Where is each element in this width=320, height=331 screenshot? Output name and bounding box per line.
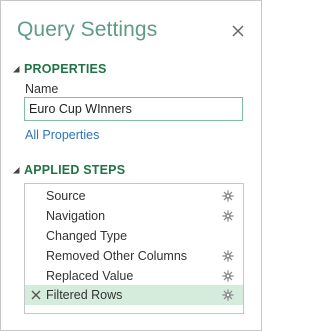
step-replaced-value[interactable]: Replaced Value: [25, 266, 243, 286]
gear-icon[interactable]: [222, 210, 234, 222]
delete-step-icon[interactable]: [30, 289, 42, 301]
query-settings-pane: Query Settings PROPERTIES Name All Prope…: [0, 0, 262, 331]
step-filtered-rows[interactable]: Filtered Rows: [25, 285, 243, 305]
applied-steps-list: Source Navigation Changed Type Removed O…: [24, 183, 244, 314]
step-changed-type[interactable]: Changed Type: [25, 226, 243, 246]
applied-steps-section-header[interactable]: APPLIED STEPS: [11, 162, 125, 178]
gear-icon[interactable]: [222, 190, 234, 202]
collapse-triangle-icon[interactable]: [11, 64, 21, 74]
all-properties-link[interactable]: All Properties: [25, 128, 99, 142]
pane-title: Query Settings: [17, 18, 158, 41]
properties-header-label: PROPERTIES: [24, 62, 107, 76]
step-removed-other-columns[interactable]: Removed Other Columns: [25, 246, 243, 266]
step-source[interactable]: Source: [25, 186, 243, 206]
close-icon[interactable]: [230, 23, 246, 39]
step-label: Changed Type: [46, 229, 128, 243]
gear-icon[interactable]: [222, 250, 234, 262]
gear-icon[interactable]: [222, 270, 234, 282]
step-label: Navigation: [46, 209, 106, 223]
step-label: Replaced Value: [46, 269, 134, 283]
gear-icon[interactable]: [222, 289, 234, 301]
step-label: Filtered Rows: [46, 288, 123, 302]
applied-steps-header-label: APPLIED STEPS: [24, 163, 126, 177]
collapse-triangle-icon[interactable]: [11, 165, 21, 175]
name-label: Name: [25, 82, 59, 96]
step-label: Source: [46, 189, 86, 203]
properties-section-header[interactable]: PROPERTIES: [11, 61, 107, 77]
query-name-input[interactable]: [24, 97, 243, 121]
step-label: Removed Other Columns: [46, 249, 188, 263]
step-navigation[interactable]: Navigation: [25, 206, 243, 226]
